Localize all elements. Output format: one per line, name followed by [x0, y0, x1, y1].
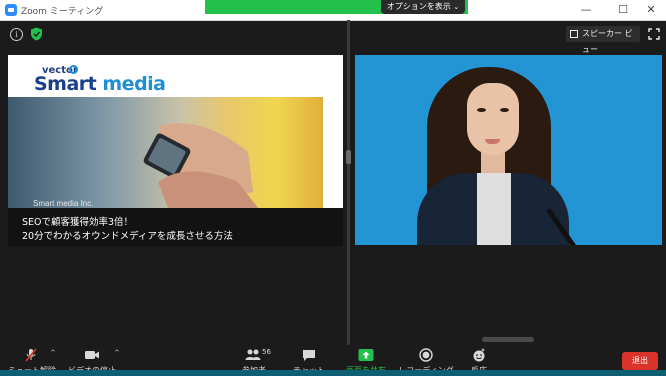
photo-caption: Smart media Inc.: [33, 199, 94, 208]
fullscreen-icon[interactable]: [648, 28, 660, 40]
gallery-scroll-indicator[interactable]: [482, 337, 534, 342]
chat-icon: [303, 350, 315, 361]
participants-icon: [245, 349, 261, 360]
video-person-eye-right: [500, 108, 509, 112]
record-icon: [419, 348, 433, 362]
title-bar: Zoom ミーティング オプションを表示 ⌄ — ☐ ✕: [0, 0, 666, 21]
logo-smart-media: Smart media: [34, 73, 166, 95]
view-divider: [347, 20, 350, 346]
speaker-view-label: スピーカー ビュー: [582, 29, 633, 54]
info-icon[interactable]: i: [10, 28, 23, 41]
speaker-view-button[interactable]: スピーカー ビュー: [566, 26, 640, 54]
hand-smartphone-image: [143, 123, 258, 208]
participant-video[interactable]: [355, 55, 662, 245]
window-title: Zoom ミーティング: [21, 7, 104, 17]
minimize-button[interactable]: —: [575, 2, 597, 18]
close-button[interactable]: ✕: [640, 2, 662, 18]
reactions-icon: [473, 348, 485, 362]
video-options-caret[interactable]: ^: [114, 349, 120, 357]
desktop-edge: [0, 370, 666, 376]
video-person-blouse: [477, 173, 511, 245]
zoom-meeting-window: Zoom ミーティング オプションを表示 ⌄ — ☐ ✕ i スピーカー ビュー…: [0, 0, 666, 376]
zoom-app-icon: [5, 4, 17, 16]
maximize-button[interactable]: ☐: [612, 2, 634, 18]
share-screen-icon: [358, 349, 374, 361]
participants-count: 56: [262, 348, 271, 356]
show-options-label: オプションを表示: [386, 2, 451, 11]
show-options-button[interactable]: オプションを表示 ⌄: [381, 0, 465, 14]
divider-drag-handle[interactable]: [346, 150, 351, 164]
grid-icon: [570, 30, 578, 38]
shared-screen: vector Smart media Smart media Inc. SEOで…: [8, 55, 343, 246]
video-person-eye-left: [477, 108, 486, 112]
chevron-down-icon: ⌄: [453, 3, 460, 11]
slide-title-band: SEOで顧客獲得効率3倍！ 20分でわかるオウンドメディアを成長させる方法: [8, 208, 343, 246]
leave-meeting-button[interactable]: 退出: [622, 352, 658, 370]
video-person-face: [467, 83, 519, 155]
slide-title-line-2: 20分でわかるオウンドメディアを成長させる方法: [22, 231, 233, 242]
shield-icon[interactable]: [30, 27, 43, 41]
slide-photo: [8, 97, 323, 208]
slide-title-line-1: SEOで顧客獲得効率3倍！: [22, 217, 134, 228]
mic-muted-icon: [25, 348, 37, 362]
audio-options-caret[interactable]: ^: [50, 349, 56, 357]
video-camera-icon: [85, 351, 99, 359]
